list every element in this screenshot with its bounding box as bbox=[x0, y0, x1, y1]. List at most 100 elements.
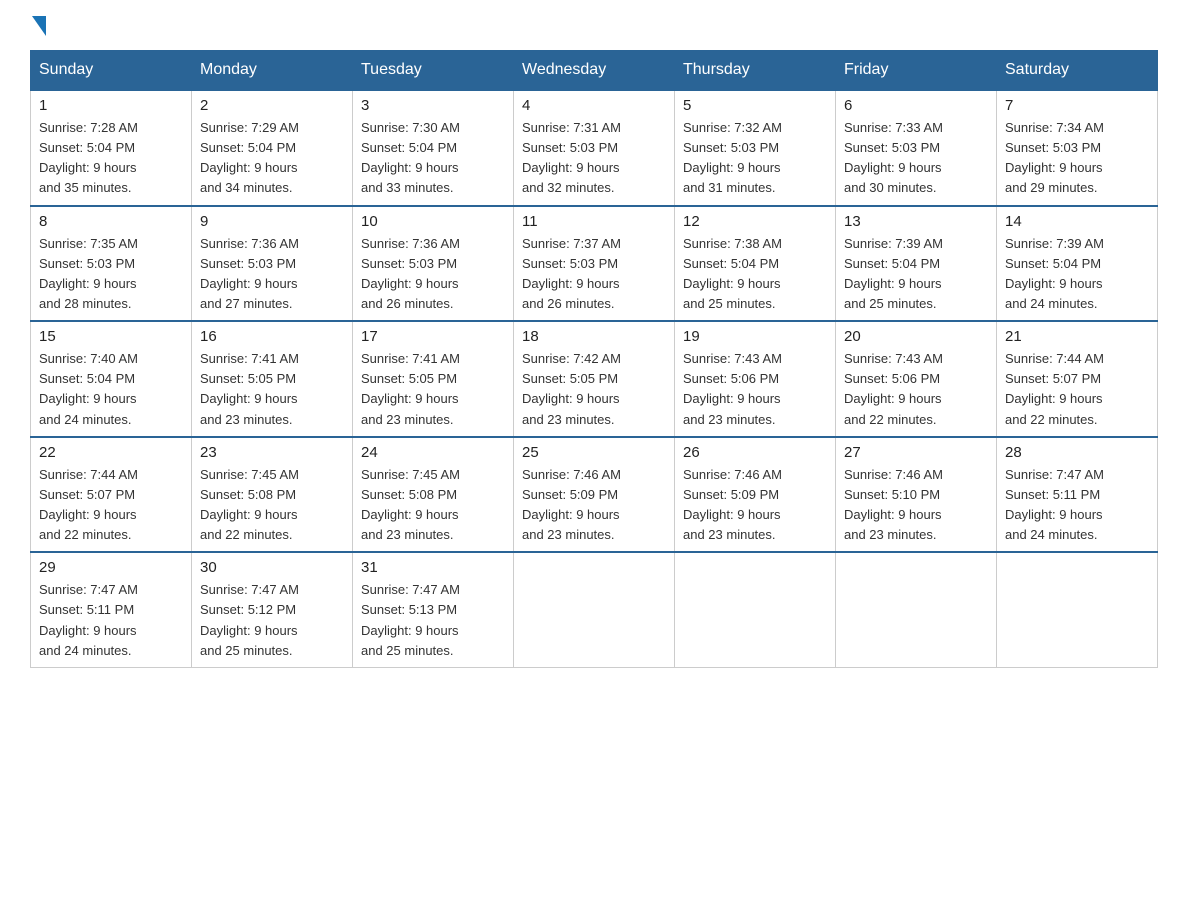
day-detail-31: Sunrise: 7:47 AMSunset: 5:13 PMDaylight:… bbox=[361, 580, 505, 661]
day-detail-1: Sunrise: 7:28 AMSunset: 5:04 PMDaylight:… bbox=[39, 118, 183, 199]
day-number-13: 13 bbox=[844, 213, 988, 230]
day-cell-1: 1 Sunrise: 7:28 AMSunset: 5:04 PMDaylight… bbox=[31, 90, 192, 206]
day-cell-2: 2 Sunrise: 7:29 AMSunset: 5:04 PMDaylight… bbox=[192, 90, 353, 206]
day-number-4: 4 bbox=[522, 97, 666, 114]
day-detail-28: Sunrise: 7:47 AMSunset: 5:11 PMDaylight:… bbox=[1005, 465, 1149, 546]
day-number-1: 1 bbox=[39, 97, 183, 114]
week-row-2: 8 Sunrise: 7:35 AMSunset: 5:03 PMDaylight… bbox=[31, 206, 1158, 322]
day-detail-13: Sunrise: 7:39 AMSunset: 5:04 PMDaylight:… bbox=[844, 234, 988, 315]
calendar-table: Sunday Monday Tuesday Wednesday Thursday… bbox=[30, 50, 1158, 668]
day-cell-28: 28 Sunrise: 7:47 AMSunset: 5:11 PMDayligh… bbox=[997, 437, 1158, 553]
day-cell-8: 8 Sunrise: 7:35 AMSunset: 5:03 PMDaylight… bbox=[31, 206, 192, 322]
day-number-3: 3 bbox=[361, 97, 505, 114]
day-detail-26: Sunrise: 7:46 AMSunset: 5:09 PMDaylight:… bbox=[683, 465, 827, 546]
day-detail-14: Sunrise: 7:39 AMSunset: 5:04 PMDaylight:… bbox=[1005, 234, 1149, 315]
day-cell-24: 24 Sunrise: 7:45 AMSunset: 5:08 PMDayligh… bbox=[353, 437, 514, 553]
day-number-16: 16 bbox=[200, 328, 344, 345]
day-cell-14: 14 Sunrise: 7:39 AMSunset: 5:04 PMDayligh… bbox=[997, 206, 1158, 322]
day-cell-30: 30Sunrise: 7:47 AMSunset: 5:12 PMDayligh… bbox=[192, 552, 353, 667]
week-row-1: 1 Sunrise: 7:28 AMSunset: 5:04 PMDaylight… bbox=[31, 90, 1158, 206]
week-row-3: 15 Sunrise: 7:40 AMSunset: 5:04 PMDayligh… bbox=[31, 321, 1158, 437]
day-cell-10: 10 Sunrise: 7:36 AMSunset: 5:03 PMDayligh… bbox=[353, 206, 514, 322]
day-number-5: 5 bbox=[683, 97, 827, 114]
day-detail-21: Sunrise: 7:44 AMSunset: 5:07 PMDaylight:… bbox=[1005, 349, 1149, 430]
day-cell-20: 20Sunrise: 7:43 AMSunset: 5:06 PMDayligh… bbox=[836, 321, 997, 437]
day-detail-17: Sunrise: 7:41 AMSunset: 5:05 PMDaylight:… bbox=[361, 349, 505, 430]
day-number-11: 11 bbox=[522, 213, 666, 230]
day-cell-31: 31Sunrise: 7:47 AMSunset: 5:13 PMDayligh… bbox=[353, 552, 514, 667]
header-friday: Friday bbox=[836, 51, 997, 91]
day-detail-3: Sunrise: 7:30 AMSunset: 5:04 PMDaylight:… bbox=[361, 118, 505, 199]
day-number-8: 8 bbox=[39, 213, 183, 230]
day-cell-7: 7 Sunrise: 7:34 AMSunset: 5:03 PMDaylight… bbox=[997, 90, 1158, 206]
header-thursday: Thursday bbox=[675, 51, 836, 91]
header-saturday: Saturday bbox=[997, 51, 1158, 91]
header-tuesday: Tuesday bbox=[353, 51, 514, 91]
day-number-23: 23 bbox=[200, 444, 344, 461]
header-monday: Monday bbox=[192, 51, 353, 91]
empty-cell bbox=[997, 552, 1158, 667]
day-number-19: 19 bbox=[683, 328, 827, 345]
day-detail-15: Sunrise: 7:40 AMSunset: 5:04 PMDaylight:… bbox=[39, 349, 183, 430]
day-number-20: 20 bbox=[844, 328, 988, 345]
header-sunday: Sunday bbox=[31, 51, 192, 91]
day-detail-7: Sunrise: 7:34 AMSunset: 5:03 PMDaylight:… bbox=[1005, 118, 1149, 199]
day-number-14: 14 bbox=[1005, 213, 1149, 230]
day-number-17: 17 bbox=[361, 328, 505, 345]
day-number-26: 26 bbox=[683, 444, 827, 461]
header-wednesday: Wednesday bbox=[514, 51, 675, 91]
day-detail-19: Sunrise: 7:43 AMSunset: 5:06 PMDaylight:… bbox=[683, 349, 827, 430]
empty-cell bbox=[514, 552, 675, 667]
day-number-24: 24 bbox=[361, 444, 505, 461]
day-detail-2: Sunrise: 7:29 AMSunset: 5:04 PMDaylight:… bbox=[200, 118, 344, 199]
day-cell-3: 3 Sunrise: 7:30 AMSunset: 5:04 PMDaylight… bbox=[353, 90, 514, 206]
day-cell-19: 19 Sunrise: 7:43 AMSunset: 5:06 PMDayligh… bbox=[675, 321, 836, 437]
day-detail-24: Sunrise: 7:45 AMSunset: 5:08 PMDaylight:… bbox=[361, 465, 505, 546]
day-number-29: 29 bbox=[39, 559, 183, 576]
day-cell-26: 26 Sunrise: 7:46 AMSunset: 5:09 PMDayligh… bbox=[675, 437, 836, 553]
week-row-4: 22 Sunrise: 7:44 AMSunset: 5:07 PMDayligh… bbox=[31, 437, 1158, 553]
empty-cell bbox=[836, 552, 997, 667]
day-number-22: 22 bbox=[39, 444, 183, 461]
day-detail-30: Sunrise: 7:47 AMSunset: 5:12 PMDaylight:… bbox=[200, 580, 344, 661]
day-cell-21: 21Sunrise: 7:44 AMSunset: 5:07 PMDayligh… bbox=[997, 321, 1158, 437]
day-detail-18: Sunrise: 7:42 AMSunset: 5:05 PMDaylight:… bbox=[522, 349, 666, 430]
day-number-10: 10 bbox=[361, 213, 505, 230]
day-detail-10: Sunrise: 7:36 AMSunset: 5:03 PMDaylight:… bbox=[361, 234, 505, 315]
day-cell-27: 27Sunrise: 7:46 AMSunset: 5:10 PMDayligh… bbox=[836, 437, 997, 553]
day-cell-13: 13 Sunrise: 7:39 AMSunset: 5:04 PMDayligh… bbox=[836, 206, 997, 322]
weekday-header-row: Sunday Monday Tuesday Wednesday Thursday… bbox=[31, 51, 1158, 91]
logo bbox=[30, 20, 46, 30]
day-number-2: 2 bbox=[200, 97, 344, 114]
day-cell-17: 17 Sunrise: 7:41 AMSunset: 5:05 PMDayligh… bbox=[353, 321, 514, 437]
day-detail-11: Sunrise: 7:37 AMSunset: 5:03 PMDaylight:… bbox=[522, 234, 666, 315]
day-detail-5: Sunrise: 7:32 AMSunset: 5:03 PMDaylight:… bbox=[683, 118, 827, 199]
day-detail-16: Sunrise: 7:41 AMSunset: 5:05 PMDaylight:… bbox=[200, 349, 344, 430]
day-cell-16: 16 Sunrise: 7:41 AMSunset: 5:05 PMDayligh… bbox=[192, 321, 353, 437]
day-detail-6: Sunrise: 7:33 AMSunset: 5:03 PMDaylight:… bbox=[844, 118, 988, 199]
day-detail-22: Sunrise: 7:44 AMSunset: 5:07 PMDaylight:… bbox=[39, 465, 183, 546]
day-number-12: 12 bbox=[683, 213, 827, 230]
day-detail-4: Sunrise: 7:31 AMSunset: 5:03 PMDaylight:… bbox=[522, 118, 666, 199]
day-cell-5: 5 Sunrise: 7:32 AMSunset: 5:03 PMDaylight… bbox=[675, 90, 836, 206]
day-detail-29: Sunrise: 7:47 AMSunset: 5:11 PMDaylight:… bbox=[39, 580, 183, 661]
day-detail-25: Sunrise: 7:46 AMSunset: 5:09 PMDaylight:… bbox=[522, 465, 666, 546]
day-detail-8: Sunrise: 7:35 AMSunset: 5:03 PMDaylight:… bbox=[39, 234, 183, 315]
day-cell-29: 29 Sunrise: 7:47 AMSunset: 5:11 PMDayligh… bbox=[31, 552, 192, 667]
day-cell-25: 25 Sunrise: 7:46 AMSunset: 5:09 PMDayligh… bbox=[514, 437, 675, 553]
day-number-7: 7 bbox=[1005, 97, 1149, 114]
logo-general-text bbox=[30, 20, 46, 36]
day-number-15: 15 bbox=[39, 328, 183, 345]
day-number-9: 9 bbox=[200, 213, 344, 230]
day-cell-22: 22 Sunrise: 7:44 AMSunset: 5:07 PMDayligh… bbox=[31, 437, 192, 553]
day-number-25: 25 bbox=[522, 444, 666, 461]
day-number-6: 6 bbox=[844, 97, 988, 114]
day-cell-6: 6 Sunrise: 7:33 AMSunset: 5:03 PMDaylight… bbox=[836, 90, 997, 206]
page-header bbox=[30, 20, 1158, 30]
day-number-28: 28 bbox=[1005, 444, 1149, 461]
day-detail-9: Sunrise: 7:36 AMSunset: 5:03 PMDaylight:… bbox=[200, 234, 344, 315]
day-number-18: 18 bbox=[522, 328, 666, 345]
empty-cell bbox=[675, 552, 836, 667]
day-cell-18: 18 Sunrise: 7:42 AMSunset: 5:05 PMDayligh… bbox=[514, 321, 675, 437]
day-cell-9: 9 Sunrise: 7:36 AMSunset: 5:03 PMDaylight… bbox=[192, 206, 353, 322]
